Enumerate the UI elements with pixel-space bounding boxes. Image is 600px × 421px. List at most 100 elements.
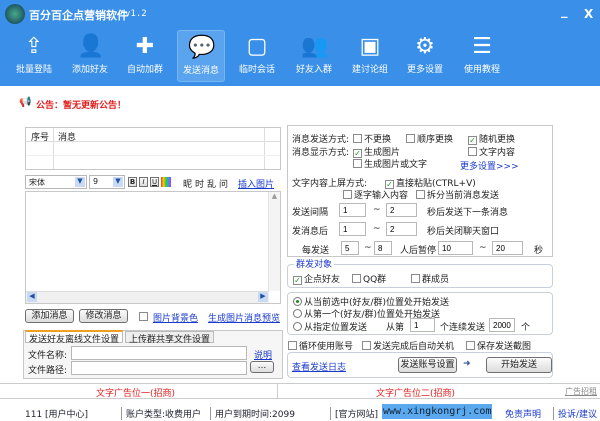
official-site-label[interactable]: [官方网站]: [330, 407, 378, 420]
option-label: 顺序更换: [417, 135, 454, 145]
screen-type-chars[interactable]: 逐字输入内容: [343, 188, 408, 201]
status-bar: 111 [用户中心] 账户类型:收费用户 用户到期时间:2099 [官方网站] …: [0, 403, 600, 421]
toolbar-friend-join-group[interactable]: 👥 好友入群: [290, 30, 338, 82]
add-message-button[interactable]: 添加消息: [25, 309, 74, 323]
close-min-input[interactable]: [339, 222, 366, 236]
size-select[interactable]: 9 ▼: [89, 175, 125, 189]
checkbox[interactable]: [406, 134, 415, 143]
tab-group-share-file[interactable]: 上传群共享文件设置: [125, 331, 215, 345]
pause-count-min-input[interactable]: [341, 241, 359, 255]
image-bg-color-link[interactable]: 图片背景色: [153, 311, 198, 324]
target-qidian-friends[interactable]: ✓ 企点好友: [293, 272, 340, 285]
save-screenshot-option[interactable]: 保存发送截图: [466, 339, 531, 352]
option-label: 从指定位置发送: [304, 323, 368, 333]
checkbox[interactable]: [353, 134, 362, 143]
toolbar-create-discussion[interactable]: ▣ 建讨论组: [346, 30, 394, 82]
target-group-members[interactable]: 群成员: [411, 272, 449, 285]
toolbar-batch-login[interactable]: ⇪ 批量登陆: [10, 30, 58, 82]
start-specified-radio[interactable]: 从指定位置发送: [293, 320, 367, 333]
minimize-button[interactable]: _: [561, 4, 568, 19]
close-button[interactable]: X: [584, 7, 593, 21]
radio[interactable]: [293, 322, 302, 331]
bold-button[interactable]: B: [128, 177, 137, 187]
send-mode-sequential[interactable]: 顺序更换: [406, 132, 453, 145]
checkbox[interactable]: [352, 274, 361, 283]
checkbox[interactable]: [411, 274, 420, 283]
display-image-or-text[interactable]: 生成图片或文字: [353, 157, 427, 170]
interval-max-input[interactable]: [386, 203, 417, 217]
help-link[interactable]: 说明: [254, 348, 272, 361]
checkbox[interactable]: [353, 159, 362, 168]
insert-image-link[interactable]: 插入图片: [238, 177, 274, 190]
ad-slot-1[interactable]: 文字广告位一(招商): [96, 386, 175, 399]
user-center-link[interactable]: 111 [用户中心]: [25, 407, 88, 420]
tab-offline-file[interactable]: 发送好友离线文件设置: [25, 330, 124, 345]
edit-message-button[interactable]: 修改消息: [79, 309, 128, 323]
target-qq-group[interactable]: QQ群: [352, 272, 386, 285]
shutdown-option[interactable]: 发送完成后自动关机: [362, 339, 454, 352]
start-send-button[interactable]: 开始发送: [486, 357, 552, 373]
insert-greeting-button[interactable]: 问: [219, 177, 228, 190]
toolbar-more-settings[interactable]: ⚙ 更多设置: [401, 30, 449, 82]
checkbox[interactable]: [466, 341, 475, 350]
account-settings-button[interactable]: 发送账号设置: [398, 357, 457, 373]
browse-button[interactable]: ...: [250, 361, 274, 373]
checkbox[interactable]: ✓: [293, 276, 302, 285]
radio[interactable]: [293, 309, 302, 318]
display-text[interactable]: 文字内容: [468, 145, 515, 158]
targets-title: 群发对象: [294, 257, 335, 270]
preview-link[interactable]: 生成图片消息预览: [208, 311, 280, 324]
radio[interactable]: [293, 297, 302, 306]
toolbar-send-message[interactable]: 💬 发送消息: [177, 30, 225, 82]
checkbox[interactable]: [288, 341, 297, 350]
ad-slot-2[interactable]: 文字广告位二(招商): [376, 386, 455, 399]
pause-sec-max-input[interactable]: [492, 241, 523, 255]
toolbar-temp-chat[interactable]: ▢ 临时会话: [233, 30, 281, 82]
feedback-link[interactable]: 投诉/建议: [553, 407, 597, 420]
insert-time-button[interactable]: 时: [195, 177, 204, 190]
screen-split[interactable]: 拆分当前消息发送: [416, 188, 499, 201]
disclaimer-link[interactable]: 免责声明: [505, 407, 541, 420]
option-label: 随机更换: [479, 135, 516, 145]
pause-sec-min-input[interactable]: [438, 241, 473, 255]
checkbox[interactable]: [343, 190, 352, 199]
interval-suffix: 秒后发送下一条消息: [427, 208, 509, 218]
message-table[interactable]: 序号 消息: [25, 127, 281, 170]
file-name-input[interactable]: [71, 346, 247, 360]
count-input[interactable]: [489, 318, 515, 332]
view-log-link[interactable]: 查看发送日志: [292, 360, 346, 373]
font-select[interactable]: 宋体 ▼: [25, 175, 87, 189]
from-input[interactable]: [410, 318, 435, 332]
color-picker-icon[interactable]: [161, 177, 171, 187]
from-label: 从第: [386, 323, 405, 333]
insert-nickname-button[interactable]: 昵: [183, 177, 192, 190]
message-editor[interactable]: ▲ ◀ ▶: [25, 191, 281, 304]
close-label: 发消息后: [292, 227, 329, 237]
loop-accounts-option[interactable]: 循环使用账号: [288, 339, 353, 352]
underline-button[interactable]: U: [150, 177, 159, 187]
pause-count-max-input[interactable]: [374, 241, 392, 255]
insert-random-button[interactable]: 乱: [207, 177, 216, 190]
send-mode-no-change[interactable]: 不更换: [353, 132, 391, 145]
toolbar-tutorial[interactable]: ☰ 使用教程: [458, 30, 506, 82]
file-path-input[interactable]: [71, 361, 247, 375]
checkbox[interactable]: [416, 190, 425, 199]
chat-icon: ▢: [246, 34, 268, 59]
interval-min-input[interactable]: [339, 203, 366, 217]
checkbox[interactable]: ✓: [468, 136, 477, 145]
toolbar-auto-join-group[interactable]: ✚ 自动加群: [121, 30, 169, 82]
image-bg-color-swatch[interactable]: [139, 312, 148, 321]
more-settings-link[interactable]: 更多设置>>>: [460, 159, 519, 172]
italic-button[interactable]: I: [139, 177, 148, 187]
checkbox[interactable]: [362, 341, 371, 350]
ad-rent-link[interactable]: 广告招租: [565, 386, 597, 397]
close-max-input[interactable]: [386, 222, 417, 236]
checkbox[interactable]: [468, 147, 477, 156]
expire-time: 用户到期时间:2099: [210, 407, 295, 420]
send-mode-random[interactable]: ✓ 随机更换: [468, 132, 515, 145]
official-site-url[interactable]: www.xingkongrj.com: [382, 404, 493, 419]
horizontal-scrollbar[interactable]: ◀ ▶: [26, 291, 269, 303]
vertical-scrollbar[interactable]: ▲: [268, 192, 280, 291]
option-label: 生成图片或文字: [364, 160, 428, 170]
toolbar-add-friend[interactable]: 👤 添加好友: [66, 30, 114, 82]
